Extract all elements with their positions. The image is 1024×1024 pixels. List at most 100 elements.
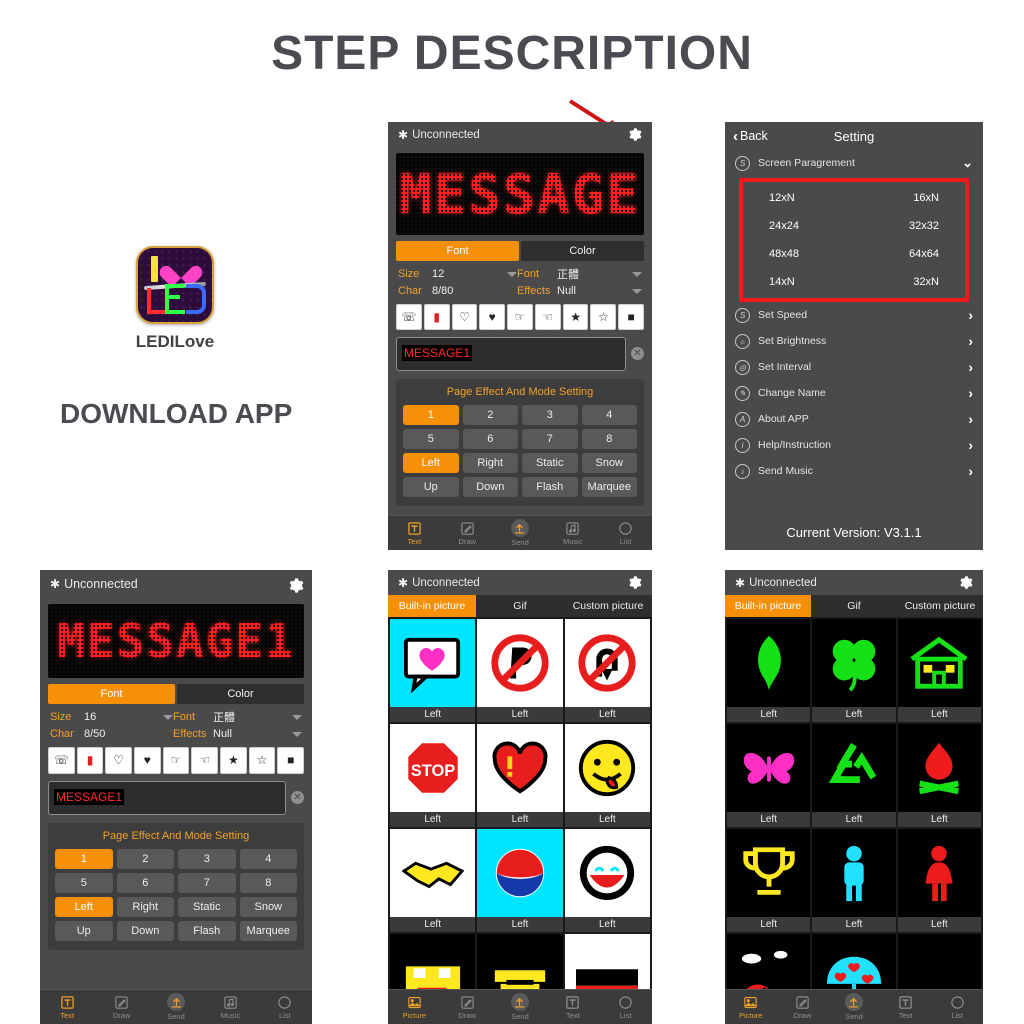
chevron-right-icon[interactable]: › — [968, 411, 973, 427]
settings-row-change-name[interactable]: ✎ Change Name › — [725, 380, 983, 406]
chevron-right-icon[interactable]: › — [968, 463, 973, 479]
tabbar-item-picture[interactable]: Picture — [388, 990, 441, 1024]
picture-item[interactable]: Left — [564, 829, 650, 932]
settings-row-set-brightness[interactable]: ☼ Set Brightness › — [725, 328, 983, 354]
tabbar-item-send[interactable]: Send — [828, 990, 880, 1024]
gear-icon[interactable] — [958, 575, 973, 590]
effect-button-4[interactable]: 4 — [239, 848, 297, 869]
screen-size-option-12xN[interactable]: 12xN — [743, 184, 854, 212]
effect-button-static[interactable]: Static — [178, 896, 236, 917]
tabbar-item-text[interactable]: Text — [546, 990, 599, 1024]
tabbar-item-draw[interactable]: Draw — [441, 990, 494, 1024]
picture-item[interactable]: STOP Left — [390, 724, 476, 827]
picture-item[interactable]: Left — [390, 829, 476, 932]
effect-button-left[interactable]: Left — [403, 452, 459, 473]
hand-point-right-icon[interactable]: ☞ — [507, 304, 533, 330]
effect-button-up[interactable]: Up — [55, 920, 113, 941]
clear-circle-icon[interactable]: ✕ — [631, 347, 644, 361]
tabbar-item-text[interactable]: Text — [388, 516, 441, 550]
message-input[interactable]: MESSAGE1 — [396, 336, 626, 371]
phone-booth-icon[interactable]: ▮ — [423, 304, 450, 330]
tabbar-item-picture[interactable]: Picture — [725, 990, 777, 1024]
gear-icon[interactable] — [627, 127, 642, 142]
effect-button-left[interactable]: Left — [55, 896, 113, 917]
picture-item[interactable]: Left — [897, 619, 981, 722]
tabbar-item-send[interactable]: Send — [494, 990, 547, 1024]
settings-row-set-speed[interactable]: S Set Speed › — [725, 302, 983, 328]
tab-font[interactable]: Font — [396, 241, 519, 261]
tabbar-item-music[interactable]: Music — [546, 516, 599, 550]
effect-button-8[interactable]: 8 — [581, 428, 637, 449]
tab-custom-picture[interactable]: Custom picture — [564, 595, 652, 617]
picture-item[interactable]: Left — [477, 619, 563, 722]
picture-item[interactable]: Left — [812, 829, 896, 932]
effect-button-marquee[interactable]: Marquee — [239, 920, 297, 941]
star-filled-icon[interactable]: ★ — [562, 304, 589, 330]
star-filled-icon[interactable]: ★ — [220, 747, 247, 774]
effect-button-2[interactable]: 2 — [116, 848, 174, 869]
tabbar-item-draw[interactable]: Draw — [94, 990, 148, 1024]
telephones-icon[interactable]: ☏ — [396, 304, 422, 330]
gear-icon[interactable] — [627, 575, 642, 590]
effect-button-right[interactable]: Right — [462, 452, 518, 473]
effect-button-2[interactable]: 2 — [462, 404, 518, 425]
effect-button-up[interactable]: Up — [403, 476, 459, 497]
tab-color[interactable]: Color — [521, 241, 644, 261]
effect-button-6[interactable]: 6 — [116, 872, 174, 893]
screen-size-option-32x32[interactable]: 32x32 — [854, 212, 965, 240]
effect-button-7[interactable]: 7 — [522, 428, 578, 449]
effects-value[interactable]: Null — [557, 285, 628, 297]
square-icon[interactable]: ■ — [277, 747, 305, 774]
tabbar-item-list[interactable]: List — [931, 990, 983, 1024]
tabbar-item-text[interactable]: Text — [880, 990, 932, 1024]
tabbar-item-draw[interactable]: Draw — [777, 990, 829, 1024]
chevron-down-icon[interactable] — [163, 714, 173, 720]
phone-booth-icon[interactable]: ▮ — [76, 747, 104, 774]
picture-item[interactable]: Left — [812, 724, 896, 827]
effect-button-8[interactable]: 8 — [239, 872, 297, 893]
gear-icon[interactable] — [287, 577, 304, 593]
tab-color[interactable]: Color — [177, 684, 304, 704]
tabbar-item-music[interactable]: Music — [203, 990, 257, 1024]
tabbar-item-text[interactable]: Text — [40, 990, 94, 1024]
size-value[interactable]: 12 — [432, 268, 503, 280]
picture-item[interactable]: Left — [477, 829, 563, 932]
picture-item[interactable]: Left — [897, 724, 981, 827]
telephones-icon[interactable]: ☏ — [48, 747, 75, 774]
star-outline-icon[interactable]: ☆ — [590, 304, 617, 330]
screen-size-option-16xN[interactable]: 16xN — [854, 184, 965, 212]
square-icon[interactable]: ■ — [618, 304, 645, 330]
tabbar-item-list[interactable]: List — [599, 516, 652, 550]
picture-item[interactable]: Left — [812, 619, 896, 722]
tab-custom-picture[interactable]: Custom picture — [897, 595, 983, 617]
picture-item[interactable]: Left — [897, 829, 981, 932]
effect-button-1[interactable]: 1 — [55, 848, 113, 869]
heart-outline-icon[interactable]: ♡ — [451, 304, 478, 330]
chevron-down-icon[interactable] — [507, 271, 517, 277]
picture-item[interactable]: Left — [727, 829, 811, 932]
star-outline-icon[interactable]: ☆ — [248, 747, 276, 774]
hand-point-right-icon[interactable]: ☞ — [162, 747, 190, 774]
hand-point-left-icon[interactable]: ☜ — [191, 747, 219, 774]
settings-row-set-interval[interactable]: ◎ Set Interval › — [725, 354, 983, 380]
tab-built-in-picture[interactable]: Built-in picture — [388, 595, 476, 617]
tabbar-item-send[interactable]: Send — [149, 990, 203, 1024]
tabbar-item-send[interactable]: Send — [494, 516, 547, 550]
picture-item[interactable]: Left — [477, 724, 563, 827]
chevron-right-icon[interactable]: › — [968, 385, 973, 401]
effect-button-snow[interactable]: Snow — [239, 896, 297, 917]
screen-size-option-14xN[interactable]: 14xN — [743, 268, 854, 296]
tabbar-item-draw[interactable]: Draw — [441, 516, 494, 550]
chevron-down-icon[interactable] — [292, 731, 302, 737]
effect-button-flash[interactable]: Flash — [522, 476, 578, 497]
heart-outline-icon[interactable]: ♡ — [105, 747, 133, 774]
hand-point-left-icon[interactable]: ☜ — [534, 304, 561, 330]
tab-built-in-picture[interactable]: Built-in picture — [725, 595, 811, 617]
screen-size-option-32xN[interactable]: 32xN — [854, 268, 965, 296]
screen-size-option-64x64[interactable]: 64x64 — [854, 240, 965, 268]
chevron-down-icon[interactable] — [292, 714, 302, 720]
screen-size-option-48x48[interactable]: 48x48 — [743, 240, 854, 268]
picture-item[interactable]: Left — [564, 724, 650, 827]
ledilove-app-icon[interactable] — [136, 246, 214, 324]
effect-button-static[interactable]: Static — [522, 452, 578, 473]
